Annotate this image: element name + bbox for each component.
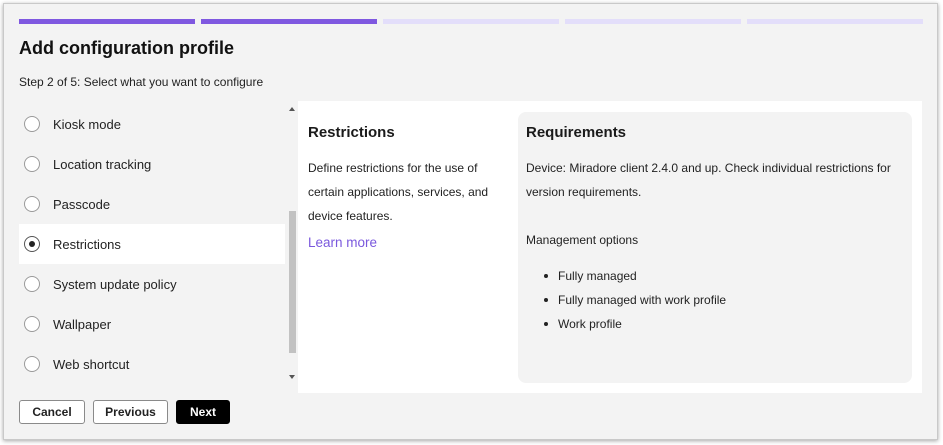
- scroll-thumb[interactable]: [289, 211, 296, 353]
- details-panel: Restrictions Define restrictions for the…: [298, 101, 922, 393]
- option-label: Kiosk mode: [53, 116, 121, 132]
- radio-button[interactable]: [24, 196, 40, 212]
- option-restrictions[interactable]: Restrictions: [19, 224, 285, 264]
- cancel-button[interactable]: Cancel: [19, 400, 85, 424]
- list-item: Work profile: [544, 312, 726, 336]
- add-configuration-profile-dialog: Add configuration profile Step 2 of 5: S…: [3, 3, 938, 440]
- requirements-title: Requirements: [526, 124, 627, 141]
- step-3-indicator: [383, 19, 559, 24]
- step-progress: [19, 19, 923, 24]
- requirements-box: Requirements Device: Miradore client 2.4…: [518, 112, 912, 383]
- option-info-title: Restrictions: [308, 124, 395, 141]
- profile-type-list: Kiosk mode Location tracking Passcode Re…: [19, 101, 285, 383]
- option-label: Wallpaper: [53, 316, 112, 332]
- list-item: Fully managed with work profile: [544, 288, 726, 312]
- step-5-indicator: [747, 19, 923, 24]
- scroll-down-arrow-icon[interactable]: [289, 375, 295, 379]
- step-subtitle: Step 2 of 5: Select what you want to con…: [19, 75, 264, 89]
- radio-button[interactable]: [24, 356, 40, 372]
- step-2-indicator: [201, 19, 377, 24]
- option-label: Location tracking: [53, 156, 152, 172]
- option-info-description: Define restrictions for the use of certa…: [308, 161, 489, 223]
- radio-button[interactable]: [24, 276, 40, 292]
- option-label: Passcode: [53, 196, 111, 212]
- option-wallpaper[interactable]: Wallpaper: [19, 304, 285, 344]
- radio-button[interactable]: [24, 116, 40, 132]
- radio-button-selected[interactable]: [24, 236, 40, 252]
- step-1-indicator: [19, 19, 195, 24]
- dialog-title: Add configuration profile: [19, 38, 234, 58]
- list-item: Fully managed: [544, 264, 726, 288]
- option-label: Restrictions: [53, 236, 121, 252]
- option-label: System update policy: [53, 276, 177, 292]
- option-system-update-policy[interactable]: System update policy: [19, 264, 285, 304]
- next-button[interactable]: Next: [176, 400, 230, 424]
- requirements-device-text: Device: Miradore client 2.4.0 and up. Ch…: [526, 161, 891, 199]
- step-4-indicator: [565, 19, 741, 24]
- management-options-label: Management options: [526, 233, 639, 247]
- option-location-tracking[interactable]: Location tracking: [19, 144, 285, 184]
- scroll-up-arrow-icon[interactable]: [289, 107, 295, 111]
- profile-type-list-container: Kiosk mode Location tracking Passcode Re…: [19, 101, 299, 383]
- option-label: Web shortcut: [53, 356, 130, 372]
- radio-button[interactable]: [24, 156, 40, 172]
- option-kiosk-mode[interactable]: Kiosk mode: [19, 104, 285, 144]
- option-passcode[interactable]: Passcode: [19, 184, 285, 224]
- previous-button[interactable]: Previous: [93, 400, 168, 424]
- learn-more-link[interactable]: Learn more: [308, 235, 377, 250]
- radio-button[interactable]: [24, 316, 40, 332]
- option-web-shortcut[interactable]: Web shortcut: [19, 344, 285, 384]
- management-options-list: Fully managed Fully managed with work pr…: [544, 264, 726, 336]
